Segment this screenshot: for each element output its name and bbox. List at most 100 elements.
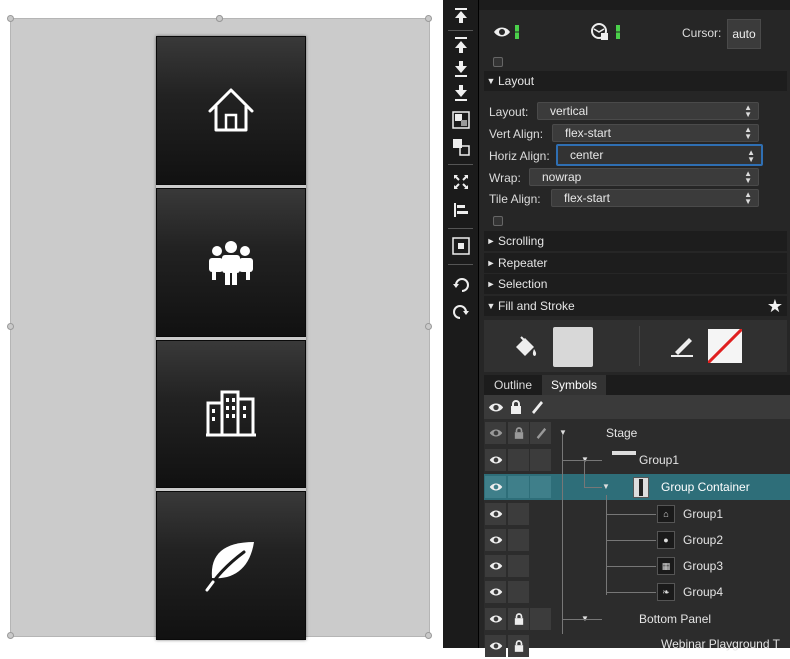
pen-toggle[interactable] bbox=[530, 449, 551, 471]
stage-frame[interactable] bbox=[7, 15, 432, 640]
star-icon[interactable]: ★ bbox=[767, 296, 783, 316]
stroke-none-swatch[interactable] bbox=[708, 329, 742, 363]
layout-field-row: Layout: bbox=[489, 104, 529, 119]
fit-icon[interactable] bbox=[450, 172, 472, 192]
lock-toggle[interactable] bbox=[508, 555, 529, 577]
selection-section-header[interactable]: ► Selection bbox=[484, 274, 787, 294]
wrap-select[interactable]: nowrap ▲ ▼ bbox=[529, 168, 759, 186]
eye-icon[interactable] bbox=[488, 402, 504, 416]
collapse-toggle[interactable] bbox=[493, 216, 503, 226]
eye-icon bbox=[489, 615, 502, 623]
outline-label: Group3 bbox=[683, 559, 724, 573]
visibility-toggle[interactable] bbox=[485, 608, 506, 630]
selection-handle-column-top[interactable] bbox=[216, 15, 223, 22]
tab-outline[interactable]: Outline bbox=[484, 375, 542, 395]
visibility-toggle[interactable] bbox=[485, 449, 506, 471]
visibility-toggle[interactable] bbox=[485, 422, 506, 444]
outline-row-group1[interactable]: ▼ Group1 bbox=[484, 447, 790, 473]
send-backward-icon[interactable] bbox=[450, 59, 472, 79]
design-canvas[interactable] bbox=[0, 0, 441, 648]
selection-handle-middle-right[interactable] bbox=[425, 323, 432, 330]
visibility-toggle[interactable] bbox=[485, 503, 506, 525]
ungroup-icon[interactable] bbox=[450, 137, 472, 157]
eye-icon bbox=[489, 642, 502, 650]
bring-to-front-icon[interactable] bbox=[450, 6, 472, 26]
visibility-toggle[interactable] bbox=[485, 476, 506, 498]
vert-align-select[interactable]: flex-start ▲ ▼ bbox=[552, 124, 759, 142]
outline-row-group-container[interactable]: ▼ Group Container bbox=[484, 474, 790, 500]
expanded-triangle-icon[interactable]: ▼ bbox=[602, 482, 610, 491]
pen-toggle[interactable] bbox=[530, 422, 551, 444]
outline-row-bottom-panel[interactable]: ▼ Bottom Panel bbox=[484, 606, 790, 632]
cursor-select[interactable]: auto bbox=[727, 19, 761, 49]
undo-icon[interactable] bbox=[450, 275, 472, 295]
fill-stroke-section-header[interactable]: ▼ Fill and Stroke ★ bbox=[484, 296, 787, 316]
cursor-label: Cursor: bbox=[682, 26, 722, 40]
send-to-back-icon[interactable] bbox=[450, 83, 472, 103]
lock-toggle[interactable] bbox=[508, 608, 529, 630]
visibility-toggle[interactable] bbox=[485, 555, 506, 577]
tile-align-select[interactable]: flex-start ▲ ▼ bbox=[551, 189, 759, 207]
selection-handle-bottom-right[interactable] bbox=[425, 632, 432, 639]
redo-icon[interactable] bbox=[450, 302, 472, 322]
visibility-toggle[interactable] bbox=[485, 529, 506, 551]
stepper-arrows-icon: ▲ ▼ bbox=[747, 148, 755, 164]
outline-row-stage[interactable]: ▼ Stage bbox=[484, 420, 790, 446]
stepper-arrows-icon: ▲ ▼ bbox=[744, 190, 752, 206]
fill-color-swatch[interactable] bbox=[553, 327, 593, 367]
eye-icon[interactable] bbox=[493, 26, 511, 41]
horiz-align-field-row: Horiz Align: bbox=[489, 148, 550, 163]
pen-toggle[interactable] bbox=[530, 476, 551, 498]
collapsed-triangle-icon: ► bbox=[486, 258, 496, 268]
globe-lock-icon[interactable] bbox=[591, 23, 609, 44]
visibility-toggle[interactable] bbox=[485, 635, 506, 657]
outline-label: Group2 bbox=[683, 533, 724, 547]
repeater-section-header[interactable]: ► Repeater bbox=[484, 253, 787, 273]
paint-bucket-icon bbox=[514, 335, 540, 362]
collapse-toggle[interactable] bbox=[493, 57, 503, 67]
selection-handle-top-right[interactable] bbox=[425, 15, 432, 22]
lock-toggle[interactable] bbox=[508, 581, 529, 603]
outline-label: Webinar Playground T bbox=[661, 637, 780, 651]
lock-toggle[interactable] bbox=[508, 422, 529, 444]
outline-label: Stage bbox=[606, 426, 638, 440]
align-left-icon[interactable] bbox=[450, 200, 472, 220]
tab-symbols[interactable]: Symbols bbox=[542, 375, 606, 395]
vert-align-field-row: Vert Align: bbox=[489, 126, 544, 141]
outline-row-webinar[interactable]: Webinar Playground T bbox=[484, 633, 790, 659]
tile-group3[interactable] bbox=[156, 339, 306, 489]
layout-section-header[interactable]: ▼ Layout bbox=[484, 71, 787, 91]
group-icon[interactable] bbox=[450, 110, 472, 130]
selection-handle-top-left[interactable] bbox=[7, 15, 14, 22]
horiz-align-select[interactable]: center ▲ ▼ bbox=[556, 144, 763, 166]
leaf-icon: ❧ bbox=[657, 583, 675, 601]
tile-group2[interactable] bbox=[156, 187, 306, 337]
lock-icon bbox=[514, 640, 523, 652]
outline-label: Group Container bbox=[661, 480, 750, 494]
lock-toggle[interactable] bbox=[508, 476, 529, 498]
bring-forward-icon[interactable] bbox=[450, 35, 472, 55]
tile-group4[interactable] bbox=[156, 491, 306, 640]
lock-toggle[interactable] bbox=[508, 449, 529, 471]
group-container[interactable] bbox=[156, 36, 306, 640]
selection-handle-bottom-left[interactable] bbox=[7, 632, 14, 639]
wrap-field-row: Wrap: bbox=[489, 170, 521, 185]
tile-group1[interactable] bbox=[156, 36, 306, 185]
selection-handle-middle-left[interactable] bbox=[7, 323, 14, 330]
eye-icon bbox=[489, 562, 502, 570]
lock-toggle[interactable] bbox=[508, 529, 529, 551]
scrolling-section-header[interactable]: ► Scrolling bbox=[484, 231, 787, 251]
stepper-arrows-icon: ▲ ▼ bbox=[744, 125, 752, 141]
status-indicator-icon bbox=[515, 25, 519, 39]
home-icon: ⌂ bbox=[657, 505, 675, 523]
outline-label: Group4 bbox=[683, 585, 724, 599]
layout-select[interactable]: vertical ▲ ▼ bbox=[537, 102, 759, 120]
visibility-toggle[interactable] bbox=[485, 581, 506, 603]
lock-toggle[interactable] bbox=[508, 635, 529, 657]
pen-toggle[interactable] bbox=[530, 608, 551, 630]
fill-stroke-area bbox=[484, 320, 787, 372]
frame-icon[interactable] bbox=[450, 236, 472, 256]
lock-toggle[interactable] bbox=[508, 503, 529, 525]
pen-icon[interactable] bbox=[530, 400, 544, 417]
lock-icon[interactable] bbox=[510, 400, 522, 417]
